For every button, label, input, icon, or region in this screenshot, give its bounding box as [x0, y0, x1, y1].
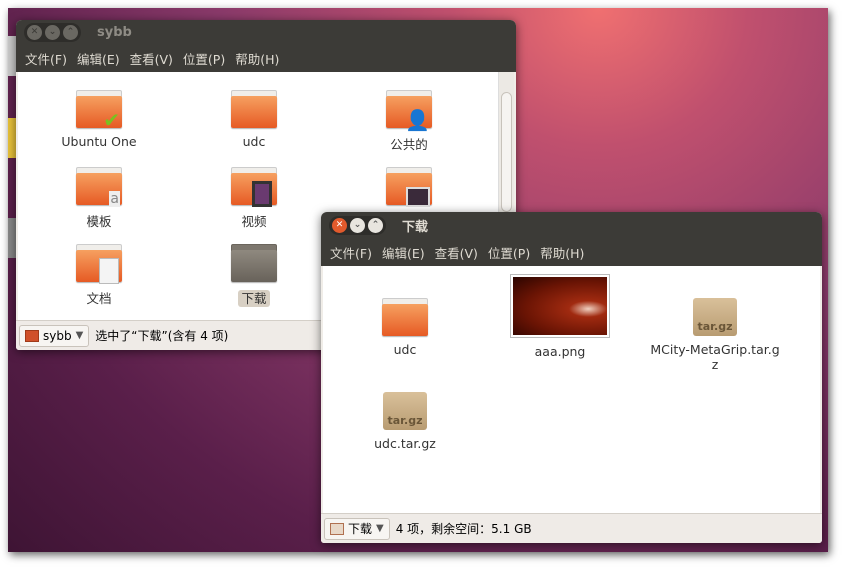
location-label: sybb [43, 328, 72, 343]
folder-icon [382, 298, 428, 336]
template-icon: a [109, 191, 120, 207]
image-item[interactable]: aaa.png [485, 274, 635, 359]
folder-icon: a [76, 167, 122, 207]
archive-icon: tar.gz [693, 298, 737, 336]
item-label: 公共的 [390, 137, 428, 152]
pictures-icon [406, 187, 430, 207]
folder-item[interactable]: 文档 [24, 244, 174, 307]
menu-bar: 文件(F) 编辑(E) 查看(V) 位置(P) 帮助(H) [16, 44, 516, 72]
downloads-folder-icon [330, 522, 344, 535]
menu-places[interactable]: 位置(P) [483, 243, 535, 262]
item-label: 文档 [86, 291, 112, 306]
item-label: 模板 [86, 214, 112, 229]
folder-item-selected[interactable]: 下载 [179, 244, 329, 307]
folder-icon: 👤 [386, 90, 432, 132]
location-button[interactable]: 下载 ▼ [324, 517, 390, 540]
folder-item[interactable] [334, 167, 484, 211]
close-button[interactable]: ✕ [332, 217, 347, 233]
folder-icon [231, 167, 277, 207]
menu-edit[interactable]: 编辑(E) [377, 243, 430, 262]
folder-item[interactable]: udc [179, 90, 329, 149]
location-label: 下载 [348, 522, 373, 536]
minimize-button[interactable]: ⌄ [45, 24, 60, 40]
document-icon [99, 258, 119, 284]
item-label: udc [393, 342, 417, 357]
maximize-button[interactable]: ⌃ [63, 24, 78, 40]
item-label: udc [242, 134, 266, 149]
title-bar[interactable]: ✕ ⌄ ⌃ 下载 [321, 212, 822, 238]
location-button[interactable]: sybb ▼ [19, 324, 90, 347]
status-text: 选中了“下载”(含有 4 项) [95, 329, 229, 343]
window-title: sybb [97, 24, 132, 40]
folder-item[interactable]: udc [330, 298, 480, 357]
check-icon: ✔ [103, 108, 120, 132]
item-label: aaa.png [534, 344, 586, 359]
menu-file[interactable]: 文件(F) [325, 243, 377, 262]
maximize-button[interactable]: ⌃ [368, 217, 383, 233]
window-title: 下载 [402, 219, 429, 235]
folder-item[interactable]: 👤 公共的 [334, 90, 484, 153]
item-label: 下载 [238, 290, 270, 307]
folder-item[interactable]: a 模板 [24, 167, 174, 230]
minimize-button[interactable]: ⌄ [350, 217, 365, 233]
item-label: MCity-MetaGrip.tar.gz [650, 342, 780, 372]
menu-edit[interactable]: 编辑(E) [72, 49, 125, 68]
scrollbar-thumb[interactable] [501, 92, 512, 212]
archive-item[interactable]: tar.gz udc.tar.gz [330, 392, 480, 451]
archive-item[interactable]: tar.gz MCity-MetaGrip.tar.gz [640, 298, 790, 372]
folder-item[interactable]: 视频 [179, 167, 329, 230]
menu-bar: 文件(F) 编辑(E) 查看(V) 位置(P) 帮助(H) [321, 238, 822, 266]
icon-view: udc aaa.png tar.gz MCity-MetaGrip.tar.gz … [323, 266, 820, 513]
folder-icon: ✔ [76, 90, 122, 132]
menu-help[interactable]: 帮助(H) [230, 49, 284, 68]
item-label: 视频 [241, 214, 267, 229]
file-manager-window-downloads: ✕ ⌄ ⌃ 下载 文件(F) 编辑(E) 查看(V) 位置(P) 帮助(H) udc… [321, 212, 822, 543]
dropdown-arrow-icon: ▼ [75, 330, 84, 341]
folder-icon [386, 167, 432, 207]
home-folder-icon [25, 329, 39, 342]
menu-file[interactable]: 文件(F) [20, 49, 72, 68]
menu-view[interactable]: 查看(V) [125, 49, 178, 68]
image-thumbnail [510, 274, 610, 338]
archive-icon: tar.gz [383, 392, 427, 430]
menu-help[interactable]: 帮助(H) [535, 243, 589, 262]
person-icon: 👤 [405, 108, 430, 132]
dropdown-arrow-icon: ▼ [376, 523, 384, 534]
status-text: 4 项，剩余空间：5.1 GB [395, 522, 532, 536]
folder-icon [231, 90, 277, 128]
menu-view[interactable]: 查看(V) [430, 243, 483, 262]
status-bar: 下载 ▼ 4 项，剩余空间：5.1 GB [321, 513, 822, 543]
item-label: udc.tar.gz [374, 436, 436, 451]
close-button[interactable]: ✕ [27, 24, 42, 40]
folder-icon [231, 244, 277, 282]
item-label: Ubuntu One [61, 134, 137, 149]
folder-icon [76, 244, 122, 284]
title-bar[interactable]: ✕ ⌄ ⌃ sybb [16, 20, 516, 44]
film-icon [252, 181, 272, 207]
menu-places[interactable]: 位置(P) [178, 49, 230, 68]
folder-item[interactable]: ✔ Ubuntu One [24, 90, 174, 149]
